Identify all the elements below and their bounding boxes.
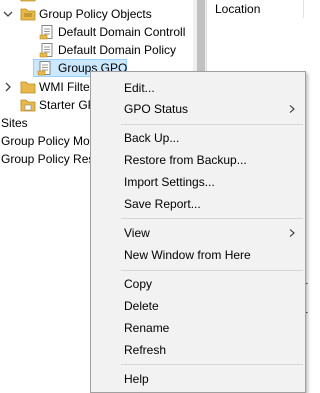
menu-item-label: Refresh (124, 343, 167, 357)
gpo-scroll-icon (39, 42, 55, 58)
menu-item-label: Help (124, 372, 149, 386)
menu-item-delete[interactable]: Delete (91, 295, 305, 317)
scrollbar-thumb[interactable] (197, 0, 205, 74)
chevron-right-icon (288, 98, 296, 120)
menu-item-new-window-from-here[interactable]: New Window from Here (91, 244, 305, 266)
column-header-location[interactable]: Location (215, 2, 260, 16)
gpo-scroll-icon (37, 60, 53, 76)
menu-item-label: Delete (124, 299, 159, 313)
menu-item-label: Back Up... (124, 131, 180, 145)
menu-item-label: Import Settings... (124, 175, 215, 189)
menu-item-label: View (124, 226, 150, 240)
menu-separator (121, 124, 303, 125)
tree-item-label: Starter GP (39, 98, 96, 112)
menu-item-label: Restore from Backup... (124, 153, 247, 167)
menu-separator (121, 270, 303, 271)
menu-item-edit[interactable]: Edit... (91, 77, 305, 99)
chevron-right-icon[interactable] (3, 78, 13, 96)
menu-item-back-up[interactable]: Back Up... (91, 127, 305, 149)
menu-item-label: Save Report... (124, 197, 201, 211)
menu-item-gpo-status[interactable]: GPO Status (91, 98, 305, 120)
tree-item-default-domain-controllers[interactable]: Default Domain Controll (0, 23, 193, 41)
menu-item-label: New Window from Here (124, 248, 251, 262)
menu-item-label: Rename (124, 321, 170, 335)
vertical-scrollbar[interactable] (194, 0, 206, 80)
menu-item-view[interactable]: View (91, 222, 305, 244)
folder-icon (20, 79, 36, 95)
gpo-scroll-icon (39, 24, 55, 40)
menu-item-label: Edit... (124, 81, 155, 95)
chevron-down-icon[interactable] (3, 5, 13, 23)
tree-item-label: Default Domain Policy (58, 43, 177, 57)
menu-separator (121, 218, 303, 219)
tree-item-label: Group Policy Res (1, 152, 95, 166)
tree-item-default-domain-policy[interactable]: Default Domain Policy (0, 41, 193, 59)
tree-item-group-policy-objects[interactable]: Group Policy Objects (0, 5, 193, 23)
menu-item-label: Copy (124, 277, 153, 291)
tree-item-label: Default Domain Controll (58, 25, 186, 39)
tree-item-label: Group Policy Mo (1, 134, 90, 148)
menu-item-help[interactable]: Help (91, 368, 305, 390)
menu-item-refresh[interactable]: Refresh (91, 339, 305, 361)
tree-item-label: Group Policy Objects (39, 7, 152, 21)
context-menu: Edit... GPO Status Back Up... Restore fr… (90, 71, 306, 393)
menu-item-label: GPO Status (124, 102, 189, 116)
menu-item-import-settings[interactable]: Import Settings... (91, 171, 305, 193)
menu-item-copy[interactable]: Copy (91, 273, 305, 295)
menu-item-restore-from-backup[interactable]: Restore from Backup... (91, 149, 305, 171)
menu-item-rename[interactable]: Rename (91, 317, 305, 339)
folder-icon (20, 97, 36, 113)
folder-icon (20, 6, 36, 22)
menu-separator (121, 364, 303, 365)
column-divider (303, 0, 304, 18)
chevron-right-icon (288, 222, 296, 244)
tree-item-label: WMI Filte (39, 80, 90, 94)
tree-item-label: Sites (1, 116, 28, 130)
folder-icon-partial (20, 0, 36, 3)
menu-item-save-report[interactable]: Save Report... (91, 193, 305, 215)
